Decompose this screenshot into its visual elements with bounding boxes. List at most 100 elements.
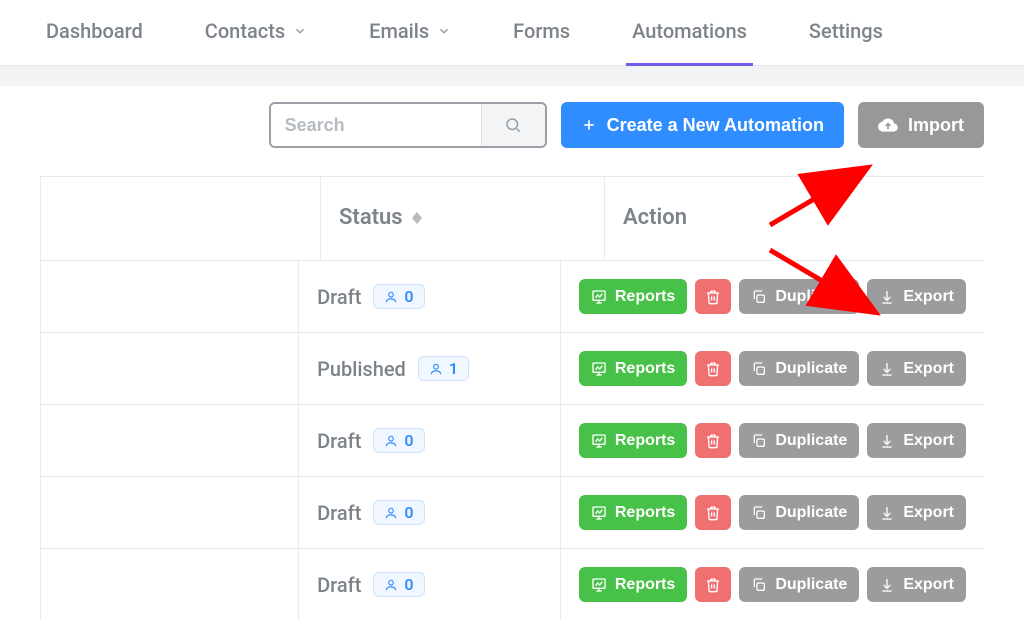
chevron-down-icon bbox=[293, 24, 307, 38]
nav-settings[interactable]: Settings bbox=[803, 0, 889, 66]
export-button[interactable]: Export bbox=[867, 351, 966, 386]
td-action: Reports Duplicate Export bbox=[561, 261, 984, 332]
td-action: Reports Duplicate Export bbox=[561, 405, 984, 476]
nav-forms[interactable]: Forms bbox=[507, 0, 576, 66]
button-label: Reports bbox=[615, 360, 675, 378]
button-label: Export bbox=[903, 360, 954, 378]
contacts-count-badge[interactable]: 0 bbox=[373, 428, 424, 453]
nav-label: Settings bbox=[809, 19, 883, 43]
export-button[interactable]: Export bbox=[867, 567, 966, 602]
button-label: Reports bbox=[615, 504, 675, 522]
reports-icon bbox=[591, 433, 607, 449]
top-nav: Dashboard Contacts Emails Forms Automati… bbox=[0, 0, 1024, 66]
create-automation-button[interactable]: Create a New Automation bbox=[561, 102, 844, 148]
delete-button[interactable] bbox=[695, 567, 731, 602]
export-button[interactable]: Export bbox=[867, 495, 966, 530]
status-text: Draft bbox=[317, 285, 361, 309]
reports-icon bbox=[591, 577, 607, 593]
count-value: 1 bbox=[449, 359, 458, 378]
copy-icon bbox=[751, 361, 767, 377]
button-label: Duplicate bbox=[775, 432, 847, 450]
contacts-count-badge[interactable]: 0 bbox=[373, 572, 424, 597]
count-value: 0 bbox=[404, 575, 413, 594]
button-label: Import bbox=[908, 115, 964, 136]
export-button[interactable]: Export bbox=[867, 423, 966, 458]
table-row: Draft0 Reports Duplicate Export bbox=[41, 404, 984, 476]
nav-label: Emails bbox=[369, 19, 429, 43]
button-label: Export bbox=[903, 504, 954, 522]
button-label: Duplicate bbox=[775, 360, 847, 378]
search-icon bbox=[504, 116, 522, 134]
reports-button[interactable]: Reports bbox=[579, 423, 687, 458]
download-icon bbox=[879, 289, 895, 305]
user-icon bbox=[384, 434, 398, 448]
reports-icon bbox=[591, 289, 607, 305]
download-icon bbox=[879, 505, 895, 521]
td-action: Reports DuplicateExport bbox=[561, 549, 984, 620]
search-input[interactable] bbox=[271, 104, 481, 146]
th-label: Action bbox=[623, 205, 687, 230]
user-icon bbox=[384, 290, 398, 304]
export-button[interactable]: Export bbox=[867, 279, 966, 314]
delete-button[interactable] bbox=[695, 495, 731, 530]
delete-button[interactable] bbox=[695, 423, 731, 458]
button-label: Duplicate bbox=[775, 504, 847, 522]
reports-icon bbox=[591, 361, 607, 377]
nav-label: Dashboard bbox=[46, 19, 143, 43]
copy-icon bbox=[751, 289, 767, 305]
chevron-down-icon bbox=[437, 24, 451, 38]
td-blank bbox=[41, 477, 299, 548]
button-label: Reports bbox=[615, 432, 675, 450]
td-blank bbox=[41, 405, 299, 476]
nav-contacts[interactable]: Contacts bbox=[199, 0, 313, 66]
td-status: Published1 bbox=[299, 333, 561, 404]
duplicate-button[interactable]: Duplicate bbox=[739, 423, 859, 458]
reports-button[interactable]: Reports bbox=[579, 567, 687, 602]
cloud-upload-icon bbox=[878, 115, 898, 135]
button-label: Export bbox=[903, 288, 954, 306]
contacts-count-badge[interactable]: 0 bbox=[373, 500, 424, 525]
user-icon bbox=[384, 578, 398, 592]
status-text: Draft bbox=[317, 501, 361, 525]
button-label: Create a New Automation bbox=[607, 115, 824, 136]
nav-emails[interactable]: Emails bbox=[363, 0, 457, 66]
table-header-row: Status Action bbox=[41, 177, 984, 260]
reports-button[interactable]: Reports bbox=[579, 495, 687, 530]
download-icon bbox=[879, 361, 895, 377]
search-group bbox=[269, 102, 547, 148]
duplicate-button[interactable]: Duplicate bbox=[739, 279, 859, 314]
td-blank bbox=[41, 333, 299, 404]
contacts-count-badge[interactable]: 1 bbox=[418, 356, 469, 381]
count-value: 0 bbox=[404, 431, 413, 450]
import-button[interactable]: Import bbox=[858, 102, 984, 148]
table-row: Draft 0 Reports DuplicateExport bbox=[41, 548, 984, 620]
duplicate-button[interactable]: Duplicate bbox=[739, 567, 859, 602]
td-status: Draft0 bbox=[299, 405, 561, 476]
status-text: Draft bbox=[317, 573, 361, 597]
download-icon bbox=[879, 433, 895, 449]
contacts-count-badge[interactable]: 0 bbox=[373, 284, 424, 309]
th-status[interactable]: Status bbox=[321, 177, 605, 260]
td-blank bbox=[41, 549, 299, 620]
td-action: Reports Duplicate Export bbox=[561, 333, 984, 404]
td-status: Draft 0 bbox=[299, 549, 561, 620]
download-icon bbox=[879, 577, 895, 593]
delete-button[interactable] bbox=[695, 351, 731, 386]
duplicate-button[interactable]: Duplicate bbox=[739, 351, 859, 386]
trash-icon bbox=[705, 433, 721, 449]
toolbar: Create a New Automation Import Status Ac… bbox=[0, 86, 1024, 620]
reports-button[interactable]: Reports bbox=[579, 351, 687, 386]
search-button[interactable] bbox=[481, 104, 545, 146]
th-blank bbox=[41, 177, 321, 260]
nav-label: Forms bbox=[513, 19, 570, 43]
nav-dashboard[interactable]: Dashboard bbox=[40, 0, 149, 66]
delete-button[interactable] bbox=[695, 279, 731, 314]
table-row: Draft 0 Reports Duplicate Export bbox=[41, 476, 984, 548]
copy-icon bbox=[751, 433, 767, 449]
trash-icon bbox=[705, 505, 721, 521]
reports-icon bbox=[591, 505, 607, 521]
nav-automations[interactable]: Automations bbox=[626, 0, 753, 66]
reports-button[interactable]: Reports bbox=[579, 279, 687, 314]
duplicate-button[interactable]: Duplicate bbox=[739, 495, 859, 530]
count-value: 0 bbox=[404, 287, 413, 306]
